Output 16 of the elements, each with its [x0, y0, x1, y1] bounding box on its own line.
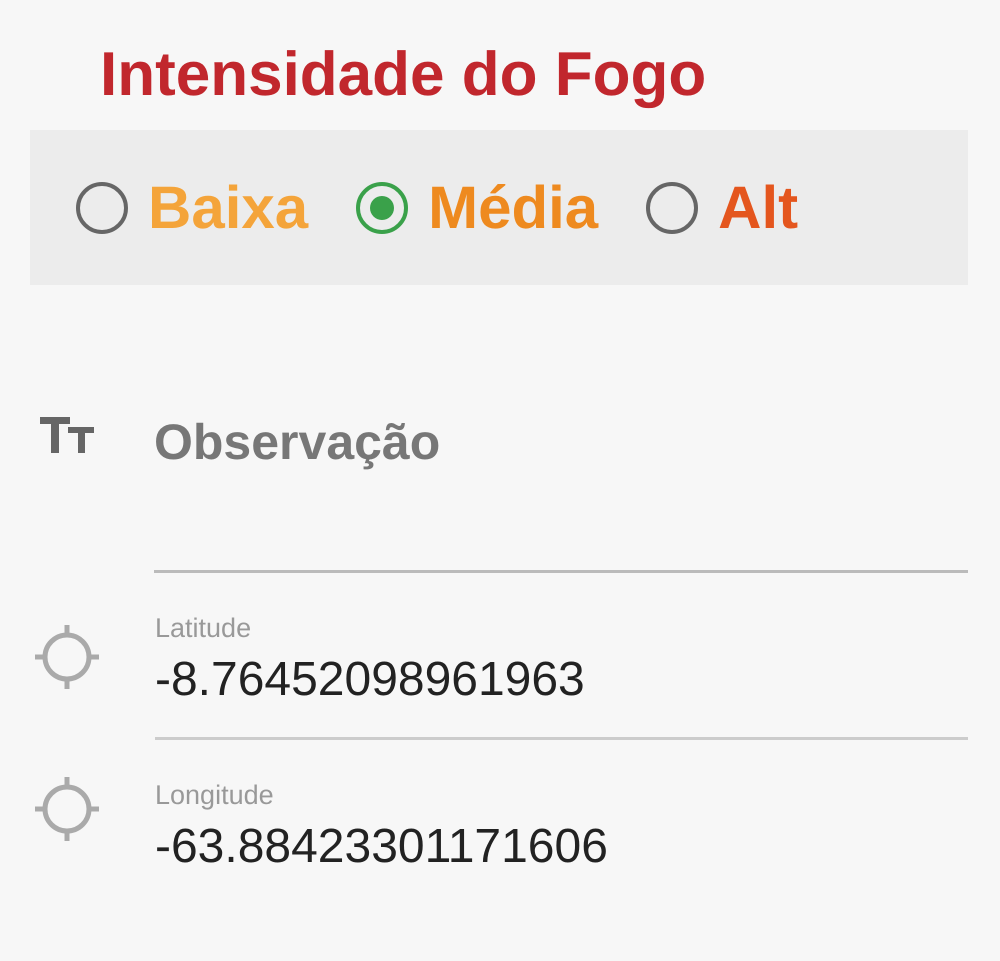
crosshair-icon [32, 775, 100, 843]
radio-button[interactable] [356, 182, 408, 234]
field-value: -8.76452098961963 [155, 652, 586, 708]
section-title: Intensidade do Fogo [100, 39, 708, 111]
coordinate-field[interactable]: Latitude -8.76452098961963 [155, 573, 968, 740]
radio-button[interactable] [646, 182, 698, 234]
crosshair-icon [32, 622, 100, 690]
observation-field[interactable]: Observação [154, 413, 968, 573]
coordinate-field[interactable]: Longitude -63.88423301171606 [155, 740, 968, 878]
option-label: Baixa [148, 173, 308, 242]
field-label: Latitude [155, 612, 252, 645]
radio-button[interactable] [76, 182, 128, 234]
field-label: Longitude [155, 779, 275, 812]
option-label: Alt [718, 173, 798, 242]
field-value: -63.88423301171606 [155, 819, 609, 875]
option-label: Média [428, 173, 598, 242]
